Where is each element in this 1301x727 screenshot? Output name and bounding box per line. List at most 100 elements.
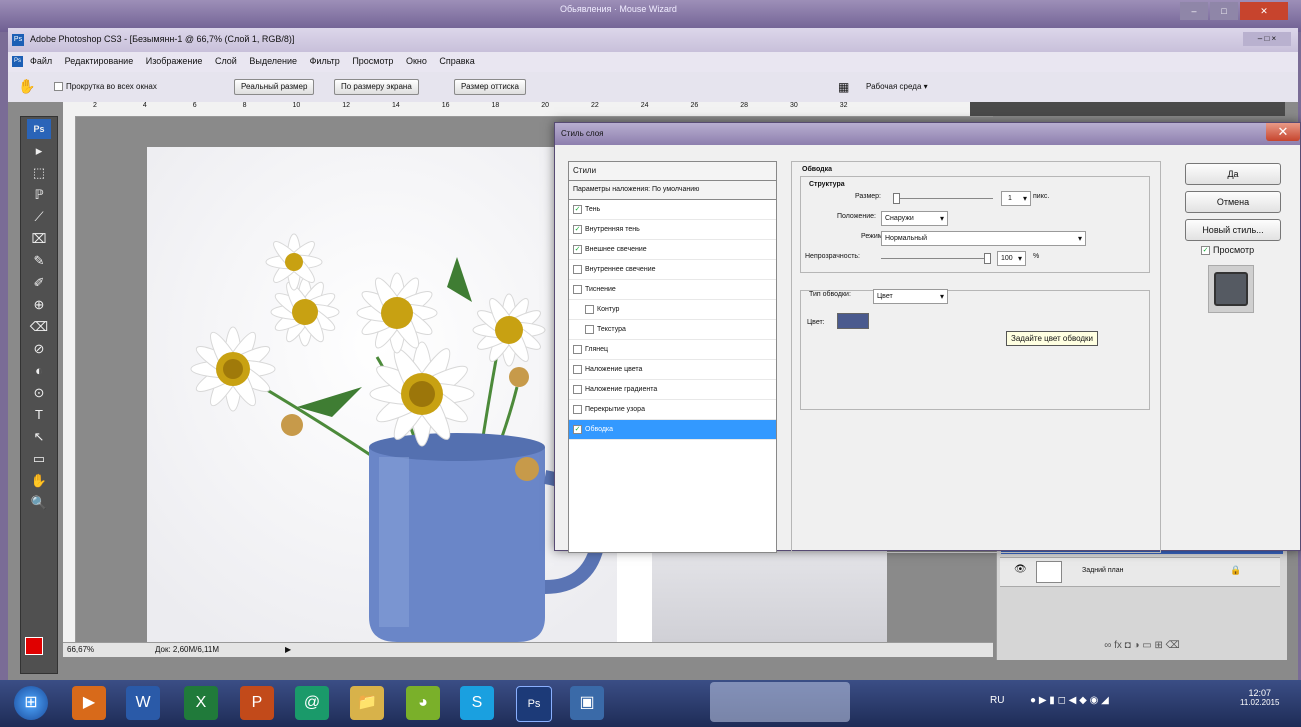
style-checkbox[interactable] <box>573 364 582 374</box>
style-item[interactable]: Тиснение <box>569 280 776 300</box>
marquee-tool-icon[interactable]: ⬚ <box>27 163 51 183</box>
workspace-menu[interactable]: Рабочая среда ▾ <box>866 82 928 91</box>
blend-mode-select[interactable]: Нормальный <box>881 231 1086 246</box>
crop-tool-icon[interactable]: ⌧ <box>27 229 51 249</box>
word-icon[interactable]: W <box>126 686 160 720</box>
size-input[interactable]: 1 <box>1001 191 1031 206</box>
blur-tool-icon[interactable]: ◐ <box>27 361 51 381</box>
photoshop-taskbar-icon[interactable]: Ps <box>516 686 552 722</box>
eye-icon[interactable]: 👁 <box>1014 564 1027 575</box>
style-item[interactable]: Контур <box>569 300 776 320</box>
healing-tool-icon[interactable]: ✎ <box>27 251 51 271</box>
menu-help[interactable]: Справка <box>439 56 474 66</box>
ok-button[interactable]: Да <box>1185 163 1281 185</box>
path-selection-tool-icon[interactable]: ↖ <box>27 427 51 447</box>
layer-row-background[interactable]: 👁 Задний план 🔒 <box>1000 557 1280 587</box>
shape-tool-icon[interactable]: ▭ <box>27 449 51 469</box>
excel-icon[interactable]: X <box>184 686 218 720</box>
doc-window-controls[interactable]: – □ × <box>1243 32 1291 46</box>
style-item[interactable]: Внутреннее свечение <box>569 260 776 280</box>
style-checkbox[interactable]: ✓ <box>573 424 582 434</box>
mail-agent-icon[interactable]: @ <box>295 686 329 720</box>
opacity-input[interactable]: 100 <box>997 251 1026 266</box>
dialog-close-button[interactable]: ✕ <box>1266 123 1300 141</box>
styles-header[interactable]: Стили <box>569 162 776 181</box>
stroke-color-swatch[interactable] <box>837 313 869 329</box>
menu-filter[interactable]: Фильтр <box>310 56 340 66</box>
opacity-slider[interactable] <box>881 258 991 259</box>
menu-layer[interactable]: Слой <box>215 56 237 66</box>
media-player-icon[interactable]: ▶ <box>72 686 106 720</box>
menu-image[interactable]: Изображение <box>146 56 203 66</box>
style-item[interactable]: ✓ Внешнее свечение <box>569 240 776 260</box>
start-button[interactable]: ⊞ <box>14 686 48 720</box>
blending-options-item[interactable]: Параметры наложения: По умолчанию <box>569 181 776 200</box>
style-item[interactable]: ✓ Тень <box>569 200 776 220</box>
preview-checkbox[interactable]: ✓ Просмотр <box>1201 245 1254 256</box>
foreground-color-swatch[interactable] <box>25 637 43 655</box>
style-checkbox[interactable] <box>585 304 594 314</box>
type-tool-icon[interactable]: T <box>27 405 51 425</box>
style-item[interactable]: Наложение цвета <box>569 360 776 380</box>
menu-edit[interactable]: Редактирование <box>65 56 134 66</box>
powerpoint-icon[interactable]: P <box>240 686 274 720</box>
style-checkbox[interactable]: ✓ <box>573 204 582 214</box>
document-canvas[interactable] <box>147 147 617 642</box>
style-item[interactable]: ✓ Обводка <box>569 420 776 440</box>
status-arrow-icon[interactable]: ▶ <box>285 645 291 654</box>
size-slider[interactable] <box>893 198 993 199</box>
fill-type-select[interactable]: Цвет <box>873 289 948 304</box>
style-checkbox[interactable]: ✓ <box>573 224 582 234</box>
dodge-tool-icon[interactable]: ⊙ <box>27 383 51 403</box>
eraser-tool-icon[interactable]: ⌫ <box>27 317 51 337</box>
position-select[interactable]: Снаружи <box>881 211 948 226</box>
minimize-button[interactable]: – <box>1180 2 1208 20</box>
style-checkbox[interactable]: ✓ <box>573 244 582 254</box>
style-checkbox[interactable] <box>573 404 582 414</box>
scroll-all-checkbox[interactable]: Прокрутка во всех окнах <box>54 82 157 92</box>
style-item[interactable]: ✓ Внутренняя тень <box>569 220 776 240</box>
ruler-tick: 24 <box>640 102 649 109</box>
opacity-slider-thumb[interactable] <box>984 253 991 264</box>
cancel-button[interactable]: Отмена <box>1185 191 1281 213</box>
zoom-level[interactable]: 66,67% <box>67 645 94 654</box>
style-checkbox[interactable] <box>573 284 582 294</box>
close-button[interactable]: ✕ <box>1240 2 1288 20</box>
layers-footer-icons[interactable]: ∞ fx ◘ ◑ ▭ ⊞ ⌫ <box>1001 640 1283 656</box>
style-item[interactable]: Глянец <box>569 340 776 360</box>
size-slider-thumb[interactable] <box>893 193 900 204</box>
fit-screen-button[interactable]: По размеру экрана <box>334 79 419 95</box>
zoom-tool-icon[interactable]: 🔍 <box>27 493 51 513</box>
clock[interactable]: 12:07 11.02.2015 <box>1240 688 1279 707</box>
style-item[interactable]: Текстура <box>569 320 776 340</box>
language-indicator[interactable]: RU <box>990 695 1004 706</box>
style-checkbox[interactable] <box>585 324 594 334</box>
style-checkbox[interactable] <box>573 264 582 274</box>
actual-pixels-button[interactable]: Реальный размер <box>234 79 315 95</box>
tray-icons[interactable]: ● ▶ ▮ ◻ ◀ ◆ ◉ ◢ <box>1030 695 1109 706</box>
browser-icon[interactable]: ◕ <box>406 686 440 720</box>
hand-tool-icon[interactable]: ✋ <box>27 471 51 491</box>
clone-stamp-tool-icon[interactable]: ⊕ <box>27 295 51 315</box>
menu-select[interactable]: Выделение <box>249 56 297 66</box>
skype-icon[interactable]: S <box>460 686 494 720</box>
print-size-button[interactable]: Размер оттиска <box>454 79 526 95</box>
ps-menu-icon[interactable]: Ps <box>12 56 23 67</box>
explorer-icon[interactable]: 📁 <box>350 686 384 720</box>
menu-file[interactable]: Файл <box>30 56 52 66</box>
move-tool-icon[interactable]: ▸ <box>27 141 51 161</box>
style-checkbox[interactable] <box>573 344 582 354</box>
history-brush-tool-icon[interactable]: ⊘ <box>27 339 51 359</box>
lasso-tool-icon[interactable]: ℙ <box>27 185 51 205</box>
magic-wand-tool-icon[interactable]: ⟋ <box>27 207 51 227</box>
style-checkbox[interactable] <box>573 384 582 394</box>
style-item[interactable]: Наложение градиента <box>569 380 776 400</box>
hand-tool-icon[interactable]: ✋ <box>18 78 35 95</box>
menu-view[interactable]: Просмотр <box>352 56 393 66</box>
style-item[interactable]: Перекрытие узора <box>569 400 776 420</box>
new-style-button[interactable]: Новый стиль... <box>1185 219 1281 241</box>
menu-window[interactable]: Окно <box>406 56 427 66</box>
maximize-button[interactable]: □ <box>1210 2 1238 20</box>
brush-tool-icon[interactable]: ✐ <box>27 273 51 293</box>
window-taskbar-icon[interactable]: ▣ <box>570 686 604 720</box>
